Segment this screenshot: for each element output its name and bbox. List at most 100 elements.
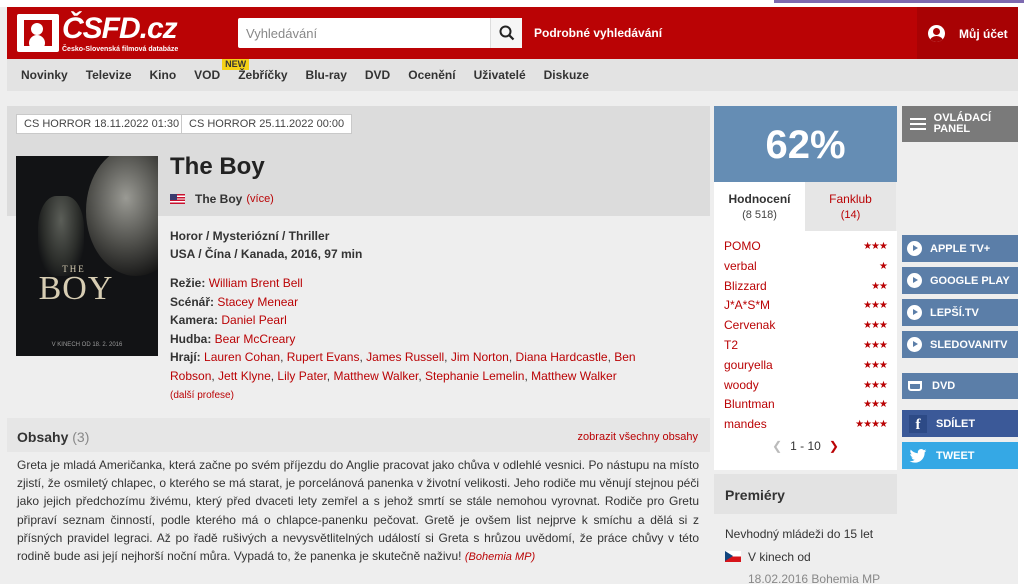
tv-airing-badge[interactable]: CS HORROR 18.11.2022 01:30 [16,114,188,134]
user-link[interactable]: Bluntman [724,397,775,411]
plot-header: Obsahy (3) zobrazit všechny obsahy [7,418,710,452]
star-rating: ★★★ [863,300,888,312]
cinema-release-label: V kinech od [748,550,811,564]
actor-link[interactable]: James Russell [366,350,444,364]
actor-link[interactable]: Diana Hardcastle [516,350,608,364]
chevron-right-icon[interactable]: ❯ [829,439,839,453]
crew-cast: Hrají: Lauren Cohan, Rupert Evans, James… [170,350,636,383]
user-rating-row: Bluntman ★★★ [714,397,897,417]
page-scrollbar[interactable] [1018,7,1024,584]
alt-title-text: The Boy [195,192,243,206]
nav-item-novinky[interactable]: Novinky [21,68,68,82]
star-rating: ★ [879,260,888,272]
star-rating: ★★★ [863,339,888,351]
nav-item-uzivatele[interactable]: Uživatelé [474,68,526,82]
alt-title-more-link[interactable]: (více) [246,193,274,205]
user-link[interactable]: mandes [724,417,767,431]
premieres-box: Premiéry Nevhodný mládeži do 15 let V ki… [714,474,897,584]
nav-item-bluray[interactable]: Blu-ray [306,68,347,82]
control-panel-button[interactable]: OVLÁDACÍ PANEL [902,106,1018,142]
tweet-button[interactable]: TWEET [902,442,1018,469]
actor-link[interactable]: Rupert Evans [287,350,360,364]
google-play-button[interactable]: GOOGLE PLAY [902,267,1018,294]
plot-title-text: Obsahy [17,429,69,445]
plot-title: Obsahy (3) [17,429,89,445]
more-roles-link[interactable]: (další profese) [170,390,234,401]
nav-item-diskuze[interactable]: Diskuze [544,68,589,82]
tab-fanclub[interactable]: Fanklub (14) [805,182,896,231]
user-link[interactable]: verbal [724,259,757,273]
actor-link[interactable]: Lauren Cohan [204,350,280,364]
actor-link[interactable]: Jett Klyne [218,369,271,383]
tab-ratings-label: Hodnocení [728,192,791,206]
actor-link[interactable]: Lily Pater [277,369,326,383]
user-ratings-list: POMO ★★★ verbal ★ Blizzard ★★ J*A*S*M ★★★ Ce… [714,231,897,470]
search-button[interactable] [490,18,522,48]
tab-fanclub-label: Fanklub [829,192,872,206]
apple-tv-button[interactable]: APPLE TV+ [902,235,1018,262]
creator-link[interactable]: Bear McCreary [215,332,296,346]
crew-camera: Kamera: Daniel Pearl [170,311,665,330]
user-link[interactable]: T2 [724,338,738,352]
actor-link[interactable]: Stephanie Lemelin [425,369,524,383]
more-roles-row: (další profese) [170,385,665,406]
tab-fanclub-count: (14) [840,209,861,221]
nav-item-televize[interactable]: Televize [86,68,132,82]
dvd-label: DVD [932,380,956,392]
film-origin: USA / Čína / Kanada, 2016, 97 min [170,247,363,261]
lepsi-tv-button[interactable]: LEPŠÍ.TV [902,299,1018,326]
search-icon [499,25,515,41]
creator-link[interactable]: Stacey Menear [217,295,298,309]
search-input[interactable] [238,18,488,48]
tab-ratings[interactable]: Hodnocení (8 518) [714,182,805,231]
user-rating-row: POMO ★★★ [714,239,897,259]
nav-item-dvd[interactable]: DVD [365,68,390,82]
star-rating: ★★★ [863,399,888,411]
user-icon [928,25,945,42]
actor-link[interactable]: Matthew Walker [531,369,617,383]
facebook-share-button[interactable]: f SDÍLET [902,410,1018,437]
nav-item-vod[interactable]: VOD NEW [194,59,250,82]
vod-label: GOOGLE PLAY [930,274,1010,287]
film-crew: Režie: William Brent Bell Scénář: Stacey… [170,274,665,406]
rating-score: 62% [714,106,897,182]
film-logo-icon [17,14,59,52]
user-link[interactable]: gouryella [724,358,773,372]
sledovanitv-button[interactable]: SLEDOVANITV [902,331,1018,358]
creator-link[interactable]: Daniel Pearl [221,313,286,327]
show-all-plots-link[interactable]: zobrazit všechny obsahy [578,431,698,443]
tweet-label: TWEET [936,449,975,462]
plot-source-link[interactable]: (Bohemia MP) [465,551,535,563]
user-rating-row: T2 ★★★ [714,338,897,358]
account-button[interactable]: Můj účet [917,7,1018,59]
user-rating-row: Cervenak ★★★ [714,318,897,338]
site-logo[interactable]: ČSFD.cz Česko-Slovenská filmová databáze [17,14,178,54]
user-link[interactable]: Cervenak [724,318,775,332]
ratings-pager: ❮ 1 - 10 ❯ [714,439,897,453]
user-link[interactable]: Blizzard [724,279,767,293]
age-restriction: Nevhodný mládeži do 15 let [725,527,874,541]
nav-item-zebricky[interactable]: Žebříčky [238,68,287,82]
cinema-release: V kinech od [725,550,811,564]
film-poster[interactable]: THE BOY V KINECH OD 18. 2. 2016 [16,156,158,356]
user-rating-row: gouryella ★★★ [714,358,897,378]
us-flag-icon [170,194,185,204]
advanced-search-link[interactable]: Podrobné vyhledávání [534,26,662,40]
actor-link[interactable]: Matthew Walker [333,369,418,383]
actor-link[interactable]: Jim Norton [451,350,509,364]
vod-label: SLEDOVANITV [930,338,1008,351]
user-link[interactable]: POMO [724,239,761,253]
user-rating-row: mandes ★★★★ [714,417,897,437]
play-icon [907,305,922,320]
dvd-button[interactable]: DVD [902,373,1018,399]
creator-link[interactable]: William Brent Bell [209,276,303,290]
poster-title: THE BOY [16,264,158,306]
rating-box: 62% Hodnocení (8 518) Fanklub (14) POMO ★★★… [714,106,897,470]
user-link[interactable]: woody [724,378,759,392]
play-icon [907,273,922,288]
user-link[interactable]: J*A*S*M [724,298,770,312]
tv-airing-badge[interactable]: CS HORROR 25.11.2022 00:00 [181,114,353,134]
nav-item-kino[interactable]: Kino [150,68,177,82]
main-nav: Novinky Televize Kino VOD NEW Žebříčky Bl… [7,59,1018,91]
nav-item-oceneni[interactable]: Ocenění [408,68,455,82]
